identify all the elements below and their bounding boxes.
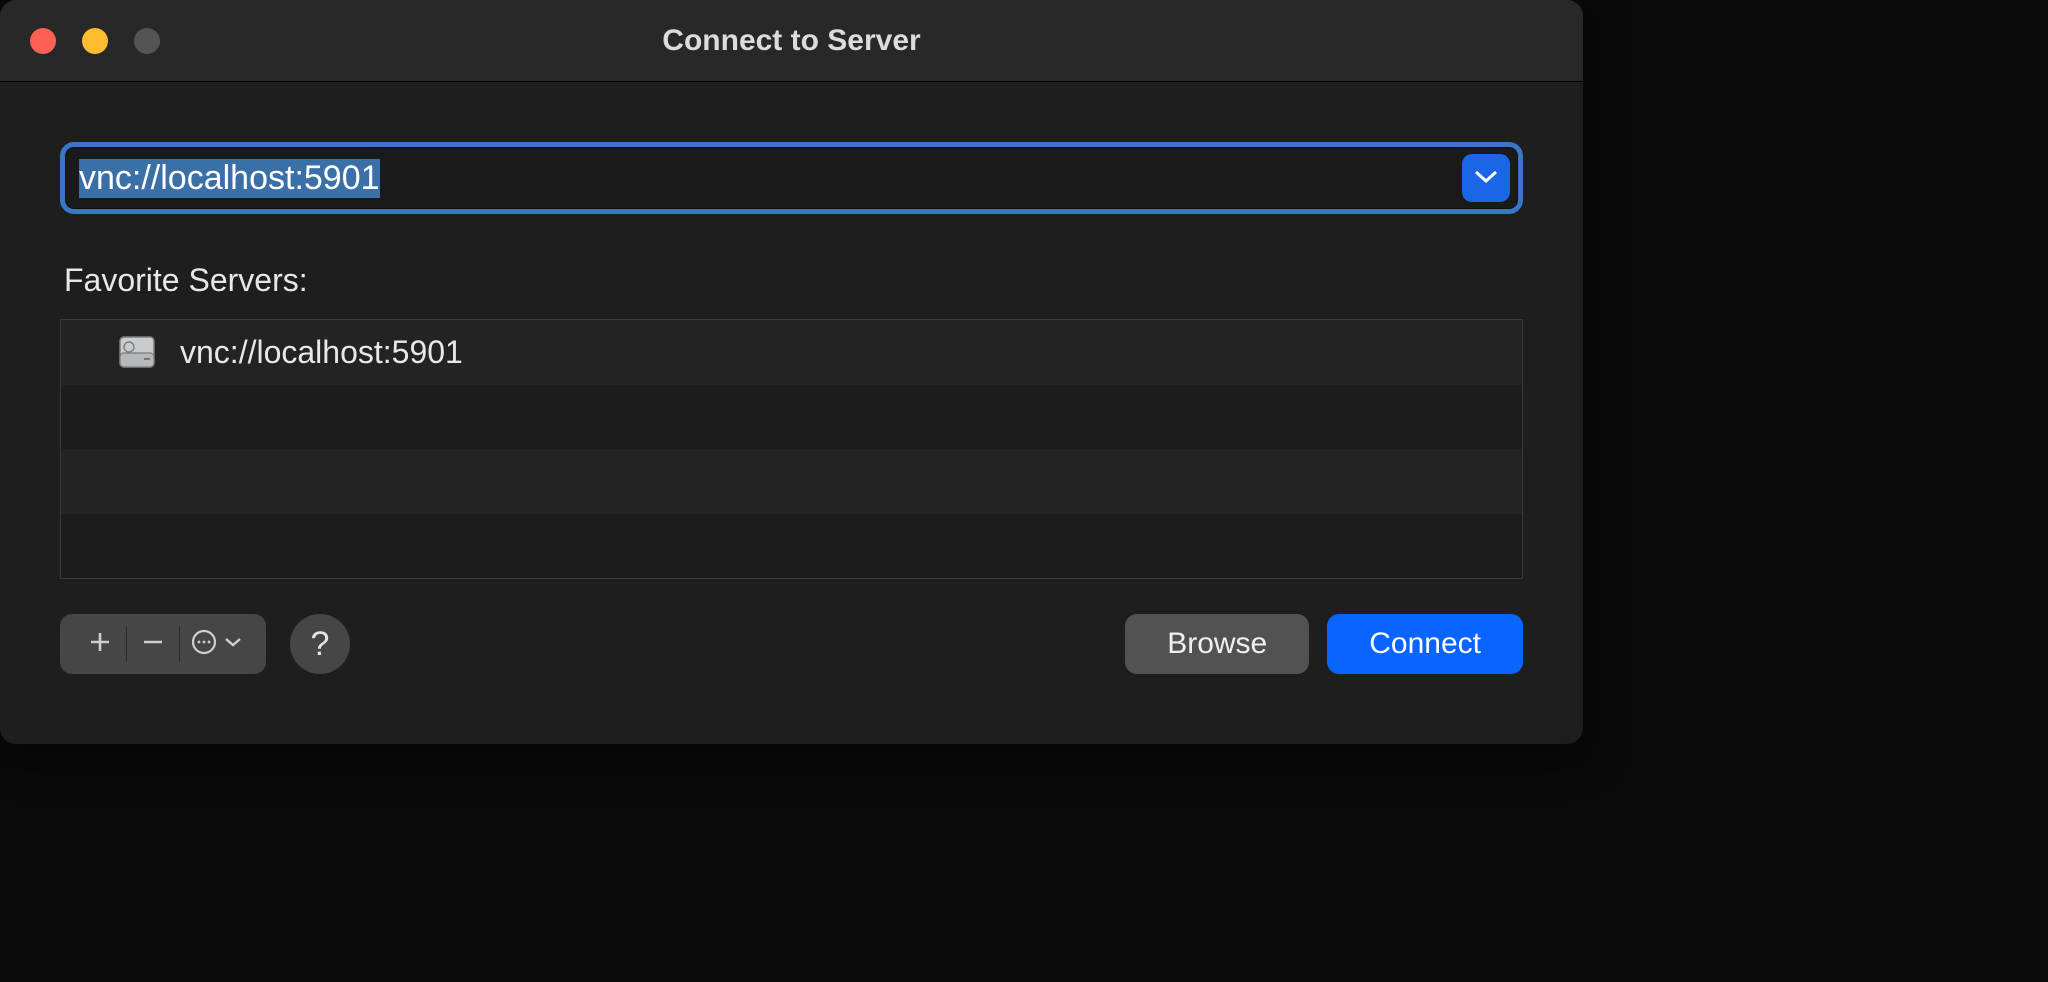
list-item[interactable] xyxy=(61,449,1522,514)
remove-favorite-button[interactable] xyxy=(131,614,175,674)
server-address-input[interactable] xyxy=(65,147,1462,209)
divider xyxy=(179,626,180,662)
connect-to-server-window: Connect to Server Favorite Servers: xyxy=(0,0,1583,744)
connect-button[interactable]: Connect xyxy=(1327,614,1523,674)
list-item[interactable] xyxy=(61,385,1522,450)
chevron-down-icon xyxy=(1473,168,1499,189)
footer-toolbar: ? Browse Connect xyxy=(60,609,1523,679)
minus-icon xyxy=(141,630,165,659)
window-title: Connect to Server xyxy=(662,24,920,58)
server-drive-icon xyxy=(116,331,158,373)
add-favorite-button[interactable] xyxy=(78,614,122,674)
favorite-servers-label: Favorite Servers: xyxy=(60,262,1523,299)
close-window-button[interactable] xyxy=(30,28,56,54)
ellipsis-circle-icon xyxy=(190,628,218,661)
traffic-lights xyxy=(30,28,160,54)
favorite-server-url: vnc://localhost:5901 xyxy=(180,334,463,371)
recent-servers-dropdown-button[interactable] xyxy=(1462,154,1510,202)
minimize-window-button[interactable] xyxy=(82,28,108,54)
help-button[interactable]: ? xyxy=(290,614,350,674)
favorite-server-row[interactable]: vnc://localhost:5901 xyxy=(61,320,1522,385)
divider xyxy=(126,626,127,662)
zoom-window-button[interactable] xyxy=(134,28,160,54)
favorites-edit-controls xyxy=(60,614,266,674)
titlebar: Connect to Server xyxy=(0,0,1583,82)
question-mark-icon: ? xyxy=(311,625,330,664)
content-area: Favorite Servers: vnc://localhost:5901 xyxy=(0,82,1583,744)
favorites-actions-menu-button[interactable] xyxy=(184,614,248,674)
server-address-field-wrap xyxy=(60,142,1523,214)
plus-icon xyxy=(88,630,112,659)
list-item[interactable] xyxy=(61,514,1522,579)
favorite-servers-list[interactable]: vnc://localhost:5901 xyxy=(60,319,1523,579)
chevron-down-icon xyxy=(224,635,242,653)
browse-button[interactable]: Browse xyxy=(1125,614,1309,674)
